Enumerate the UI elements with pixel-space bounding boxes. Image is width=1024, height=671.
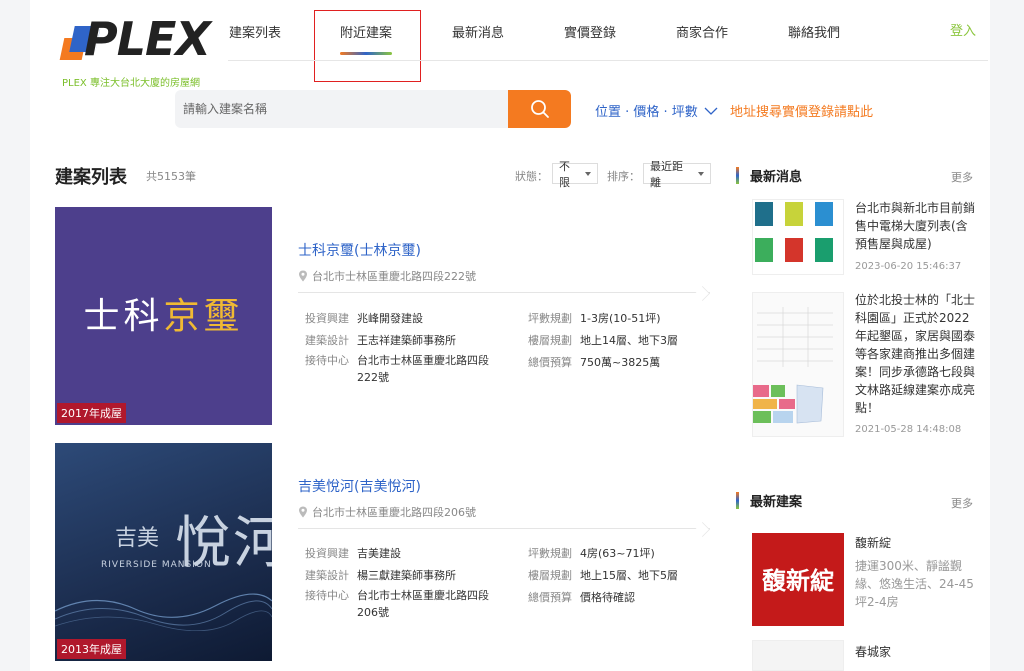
logo-tagline: PLEX 專注大台北大廈的房屋網 [62,78,200,89]
nav-item-partners[interactable]: 商家合作 [676,22,728,41]
field-floors: 樓層規劃 地上15層、地下5層 [528,569,678,582]
filter-toggle[interactable]: 位置 · 價格 · 坪數 [595,101,718,120]
chevron-down-icon [704,107,718,115]
sort-select[interactable]: 最近距離 [643,160,711,189]
nav-item-price-register[interactable]: 實價登錄 [564,22,616,41]
map-table-thumbnail-icon [753,293,843,436]
status-value: 不限 [559,159,570,189]
field-architect: 建築設計 楊三獻建築師事務所 [305,569,456,582]
sidebar-news-title: 最新消息 [736,166,802,185]
nav-item-contact[interactable]: 聯絡我們 [788,22,840,41]
project-title[interactable]: 吉美悅河(吉美悅河) [298,476,421,496]
project-address: 台北市士林區重慶北路四段222號 [298,268,476,284]
map-pin-icon [299,506,307,518]
new-project-name[interactable]: 馥新綻 [855,534,891,551]
news-thumbnail[interactable] [752,199,844,275]
news-thumbnail[interactable] [752,292,844,437]
sort-value: 最近距離 [650,159,683,189]
nav-item-news[interactable]: 最新消息 [452,22,504,41]
year-badge: 2017年成屋 [57,403,126,423]
search-icon [530,100,549,118]
field-budget: 總價預算 750萬~3825萬 [528,356,661,369]
result-count: 共5153筆 [146,170,196,183]
field-reception: 接待中心 台北市士林區重慶北路四段222號 [305,354,489,384]
field-size: 坪數規劃 1-3房(10-51坪) [528,312,661,325]
year-badge: 2013年成屋 [57,639,126,659]
news-item-date: 2021-05-28 14:48:08 [855,424,962,435]
news-item-text[interactable]: 位於北投士林的「北士科園區」正式於2022年起墾區，家居與國泰等各家建商推出多個… [855,291,975,417]
project-image-text: 士科京璽 [83,296,244,337]
project-image[interactable]: 士科京璽 2017年成屋 [55,207,272,425]
filter-label: 位置 · 價格 · 坪數 [595,105,698,120]
logo-wordmark: PLEX [84,12,211,66]
field-size: 坪數規劃 4房(63~71坪) [528,547,655,560]
nav-divider [228,60,988,61]
section-title: 建案列表 [55,167,127,188]
site-logo[interactable]: PLEX PLEX 專注大台北大廈的房屋網 [56,8,216,89]
new-project-image-text: 馥新綻 [762,566,834,595]
active-tab-highlight [314,10,421,82]
nav-item-project-list[interactable]: 建案列表 [229,22,281,41]
new-project-thumbnail[interactable] [752,640,844,671]
sidebar-new-projects-title: 最新建案 [736,491,802,510]
status-select[interactable]: 不限 [552,160,598,189]
project-title[interactable]: 士科京璽(士林京璽) [298,240,421,260]
field-architect: 建築設計 王志祥建築師事務所 [305,334,456,347]
wave-decoration-icon [55,593,272,631]
field-developer: 投資興建 兆峰開發建設 [305,312,423,325]
news-more-link[interactable]: 更多 [951,169,973,185]
project-image[interactable]: 吉美 悅河 RIVERSIDE MANSION 2013年成屋 [55,443,272,661]
news-item-date: 2023-06-20 15:46:37 [855,261,962,272]
card-divider [298,528,710,529]
field-developer: 投資興建 吉美建設 [305,547,401,560]
field-reception: 接待中心 台北市士林區重慶北路四段206號 [305,589,489,619]
new-project-thumbnail[interactable]: 馥新綻 [752,533,844,626]
sort-label: 排序： [607,170,640,183]
search-input[interactable] [175,90,508,128]
login-link[interactable]: 登入 [950,20,976,39]
map-pin-icon [299,270,307,282]
caret-down-icon [585,171,591,176]
address-search-link[interactable]: 地址搜尋實價登錄請點此 [730,101,873,120]
field-budget: 總價預算 價格待確認 [528,591,635,604]
news-item-text[interactable]: 台北市與新北市目前銷售中電梯大廈列表(含預售屋與成屋) [855,199,975,253]
field-floors: 樓層規劃 地上14層、地下3層 [528,334,678,347]
new-projects-more-link[interactable]: 更多 [951,495,973,511]
new-project-desc: 捷運300米、靜謐覲緣、悠逸生活、24-45坪2-4房 [855,559,974,609]
project-address: 台北市士林區重慶北路四段206號 [298,504,476,520]
new-project-name[interactable]: 春城家 [855,643,891,660]
caret-down-icon [698,171,704,176]
search-button[interactable] [508,90,571,128]
card-divider [298,292,710,293]
status-label: 狀態： [515,170,548,183]
